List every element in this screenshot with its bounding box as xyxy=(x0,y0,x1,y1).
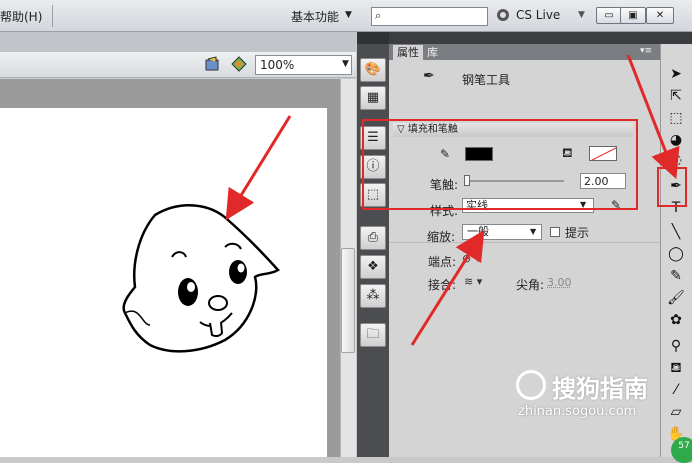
3d-rotation-tool-icon[interactable]: ◕ xyxy=(663,130,689,150)
cap-style-select[interactable]: ⊖ ▾ xyxy=(462,252,480,265)
document-tab-strip xyxy=(0,32,356,52)
hint-checkbox[interactable] xyxy=(550,227,560,237)
join-style-select[interactable]: ≋ ▾ xyxy=(464,275,482,288)
cs-live-icon xyxy=(497,9,509,21)
annotation-box-pen-tool xyxy=(657,167,687,207)
selection-tool-icon[interactable]: ➤ xyxy=(663,64,689,84)
tools-header[interactable] xyxy=(660,32,692,44)
watermark-url: zhinan.sogou.com xyxy=(518,404,636,419)
chevron-down-icon[interactable]: ▼ xyxy=(345,10,352,20)
join-label: 接合: xyxy=(428,276,456,293)
chevron-down-icon[interactable]: ▼ xyxy=(530,227,536,236)
pen-tool-icon: ✒ xyxy=(423,68,435,84)
free-transform-tool-icon[interactable]: ⬚ xyxy=(663,108,689,128)
miter-value[interactable]: 3.00 xyxy=(547,276,572,289)
deco-tool-icon[interactable]: ✿ xyxy=(663,310,689,330)
minimize-button[interactable]: ▭ xyxy=(596,7,622,24)
swatches-icon[interactable]: ▦ xyxy=(360,86,386,110)
watermark-title: 搜狗指南 xyxy=(552,369,648,404)
search-input[interactable]: ⌕ xyxy=(371,7,488,26)
brush-tool-icon[interactable]: 🖌 xyxy=(663,288,689,308)
tool-name: 钢笔工具 xyxy=(462,71,510,88)
scrollbar-thumb[interactable] xyxy=(341,248,355,353)
eyedropper-tool-icon[interactable]: ⁄ xyxy=(663,380,689,400)
line-tool-icon[interactable]: ╲ xyxy=(663,222,689,242)
tab-properties[interactable]: 属性 xyxy=(393,45,423,60)
bone-tool-icon[interactable]: ⚲ xyxy=(663,336,689,356)
workspace-switcher[interactable]: 基本功能 xyxy=(291,8,339,25)
restore-button[interactable]: ▣ xyxy=(620,7,646,24)
hint-label: 提示 xyxy=(565,224,589,241)
history-icon[interactable]: ⎙ xyxy=(360,226,386,250)
paint-bucket-tool-icon[interactable]: ⛾ xyxy=(663,358,689,378)
tab-library[interactable]: 库 xyxy=(427,45,438,60)
edit-symbols-icon[interactable] xyxy=(205,56,221,72)
motion-presets-icon[interactable]: ⁂ xyxy=(360,284,386,308)
search-icon: ⌕ xyxy=(375,9,381,23)
eraser-tool-icon[interactable]: ▱ xyxy=(663,402,689,422)
project-icon[interactable]: 🗀 xyxy=(360,323,386,347)
oval-tool-icon[interactable]: ◯ xyxy=(663,244,689,264)
panel-header[interactable] xyxy=(389,32,660,44)
menu-help[interactable]: 帮助(H) xyxy=(0,8,42,25)
cs-live-button[interactable]: CS Live xyxy=(516,8,560,22)
cartoon-rabbit-drawing xyxy=(110,195,290,365)
subselection-tool-icon[interactable]: ⇱ xyxy=(663,86,689,106)
chevron-down-icon[interactable]: ▼ xyxy=(578,10,585,20)
badge: 57 xyxy=(671,437,692,463)
panel-menu-icon[interactable]: ▾≡ xyxy=(640,46,652,56)
miter-label: 尖角: xyxy=(516,276,544,293)
scale-label: 缩放: xyxy=(427,228,455,245)
edit-scene-icon[interactable] xyxy=(231,56,247,72)
components-icon[interactable]: ❖ xyxy=(360,255,386,279)
close-button[interactable]: ✕ xyxy=(646,7,674,24)
color-palette-icon[interactable]: 🎨 xyxy=(360,58,386,82)
pencil-tool-icon[interactable]: ✎ xyxy=(663,266,689,286)
dock-header[interactable] xyxy=(357,32,389,44)
menu-divider xyxy=(52,5,53,27)
sogou-logo-icon xyxy=(516,370,546,400)
annotation-box-fill-stroke xyxy=(362,119,638,210)
zoom-select[interactable]: 100% xyxy=(255,55,352,75)
cap-label: 端点: xyxy=(428,253,456,270)
chevron-down-icon[interactable]: ▼ xyxy=(342,59,349,69)
